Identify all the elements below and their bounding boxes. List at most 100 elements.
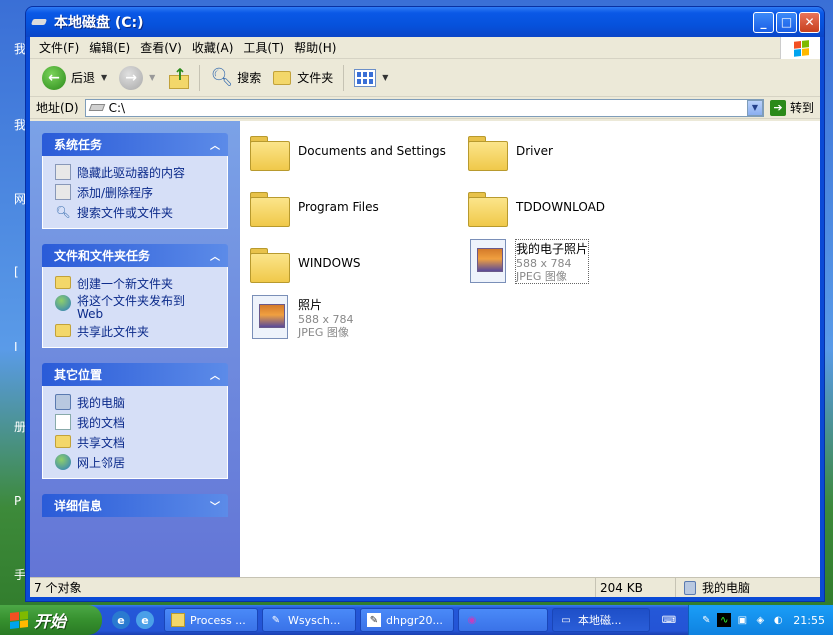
file-list: Documents and Settings Driver Program Fi… [240, 121, 820, 577]
task-label: 共享此文件夹 [77, 325, 150, 339]
place-my-computer[interactable]: 我的电脑 [55, 392, 227, 412]
place-my-documents[interactable]: 我的文档 [55, 412, 227, 432]
network-icon[interactable]: ▣ [735, 613, 749, 627]
search-icon: 🔍︎ [55, 205, 71, 219]
menu-help[interactable]: 帮助(H) [289, 39, 341, 56]
task-local-disk[interactable]: ▭ 本地磁... [552, 608, 650, 632]
close-button[interactable]: ✕ [799, 11, 820, 33]
folder-item[interactable]: Documents and Settings [250, 133, 460, 171]
windows-logo-icon [780, 37, 820, 59]
task-label: 将这个文件夹发布到 Web [77, 294, 186, 321]
chevron-down-icon[interactable]: ▼ [149, 73, 155, 82]
place-network[interactable]: 网上邻居 [55, 452, 227, 472]
chevron-down-icon[interactable]: ▼ [101, 73, 107, 82]
task-search-files[interactable]: 🔍︎ 搜索文件或文件夹 [55, 202, 227, 222]
shared-folder-icon [55, 435, 71, 448]
place-label: 网上邻居 [77, 456, 126, 470]
menu-edit[interactable]: 编辑(E) [84, 39, 135, 56]
jpeg-image-icon [470, 239, 506, 283]
folder-icon [250, 133, 290, 171]
toolbar-divider [199, 64, 201, 91]
folder-item[interactable]: Program Files [250, 189, 460, 227]
chevron-up-icon[interactable]: ︿ [206, 136, 224, 154]
folder-icon [468, 189, 508, 227]
task-share-folder[interactable]: 共享此文件夹 [55, 321, 227, 341]
address-value: C:\ [108, 100, 126, 115]
task-label: 搜索文件或文件夹 [77, 206, 174, 220]
task-hide-drive-contents[interactable]: 隐藏此驱动器的内容 [55, 162, 227, 182]
new-folder-icon [55, 276, 71, 289]
forward-button[interactable]: → ▼ [113, 64, 161, 92]
chevron-up-icon[interactable]: ︿ [206, 247, 224, 265]
task-process[interactable]: Process ... [164, 608, 258, 632]
folder-item[interactable]: Driver [468, 133, 678, 171]
window-body: 文件(F) 编辑(E) 查看(V) 收藏(A) 工具(T) 帮助(H) ← 后退… [30, 37, 820, 597]
back-button[interactable]: ← 后退 ▼ [36, 64, 113, 92]
window-title: 本地磁盘 (C:) [54, 15, 144, 31]
search-button[interactable]: 🔍︎ 搜索 [204, 65, 267, 90]
place-shared-documents[interactable]: 共享文档 [55, 432, 227, 452]
title-bar[interactable]: 本地磁盘 (C:) _ □ ✕ [26, 7, 824, 37]
status-location-label: 我的电脑 [702, 581, 751, 595]
keyboard-icon[interactable]: ⌨ [662, 613, 676, 627]
chevron-down-icon[interactable]: ﹀ [206, 497, 224, 515]
task-unnamed[interactable]: ◉ [458, 608, 548, 632]
folder-item[interactable]: WINDOWS [250, 245, 460, 283]
drive-icon [32, 17, 48, 27]
task-new-folder[interactable]: 创建一个新文件夹 [55, 273, 227, 293]
file-name: 照片 [298, 297, 323, 312]
folder-up-icon [167, 65, 190, 89]
file-name: 我的电子照片 [516, 241, 589, 256]
panel-title: 文件和文件夹任务 [54, 249, 151, 263]
internet-explorer-icon[interactable]: e [112, 611, 130, 629]
maximize-button[interactable]: □ [776, 11, 797, 33]
desktop-label: [ [14, 265, 19, 279]
standard-toolbar: ← 后退 ▼ → ▼ 🔍︎ 搜索 文件夹 ▼ [30, 59, 820, 97]
folders-button[interactable]: 文件夹 [267, 67, 339, 88]
task-add-remove-programs[interactable]: 添加/删除程序 [55, 182, 227, 202]
address-input[interactable]: C:\ ▼ [84, 98, 764, 117]
panel-header[interactable]: 详细信息 ﹀ [42, 494, 228, 517]
file-dimensions: 588 x 784 [516, 256, 572, 270]
drive-icon: ▭ [561, 614, 571, 626]
task-publish-web[interactable]: 将这个文件夹发布到 Web [55, 293, 227, 321]
views-button[interactable]: ▼ [348, 67, 394, 89]
shield-icon[interactable]: ◈ [753, 613, 767, 627]
chevron-up-icon[interactable]: ︿ [206, 366, 224, 384]
pen-icon[interactable]: ✎ [699, 613, 713, 627]
place-label: 我的电脑 [77, 396, 126, 410]
search-label: 搜索 [237, 71, 262, 85]
menu-view[interactable]: 查看(V) [135, 39, 187, 56]
address-label: 地址(D) [36, 101, 79, 115]
details-panel: 详细信息 ﹀ [42, 494, 228, 517]
clock[interactable]: 21:55 [793, 614, 825, 627]
go-button[interactable]: ➔ 转到 [764, 99, 820, 116]
task-wsysch[interactable]: ✎ Wsysch... [262, 608, 356, 632]
panel-title: 系统任务 [54, 138, 103, 152]
back-arrow-icon: ← [42, 65, 66, 90]
panel-header[interactable]: 其它位置 ︿ [42, 363, 228, 386]
folder-item[interactable]: TDDOWNLOAD [468, 189, 678, 227]
menu-tools[interactable]: 工具(T) [238, 39, 289, 56]
up-button[interactable] [161, 65, 195, 91]
panel-title: 其它位置 [54, 368, 103, 382]
task-dhpgr[interactable]: ✎ dhpgr20... [360, 608, 454, 632]
file-type: JPEG 图像 [516, 269, 567, 283]
menu-file[interactable]: 文件(F) [34, 39, 84, 56]
folder-icon [171, 613, 185, 627]
panel-title: 详细信息 [54, 499, 103, 513]
menu-favorites[interactable]: 收藏(A) [187, 39, 239, 56]
panel-header[interactable]: 系统任务 ︿ [42, 133, 228, 156]
start-button[interactable]: 开始 [0, 605, 102, 635]
documents-icon [55, 414, 71, 430]
image-item[interactable]: 我的电子照片 588 x 784 JPEG 图像 [468, 238, 678, 284]
panel-header[interactable]: 文件和文件夹任务 ︿ [42, 244, 228, 267]
image-item[interactable]: 照片 588 x 784 JPEG 图像 [250, 295, 460, 339]
chevron-down-icon[interactable]: ▼ [746, 99, 763, 116]
explorer-window: 本地磁盘 (C:) _ □ ✕ 文件(F) 编辑(E) 查看(V) 收藏(A) … [25, 6, 825, 602]
chevron-down-icon[interactable]: ▼ [382, 73, 388, 82]
minimize-button[interactable]: _ [753, 11, 774, 33]
monitor-icon[interactable]: ∿ [717, 613, 732, 627]
browser-icon[interactable]: e [136, 611, 154, 629]
volume-icon[interactable]: ◐ [771, 613, 785, 627]
